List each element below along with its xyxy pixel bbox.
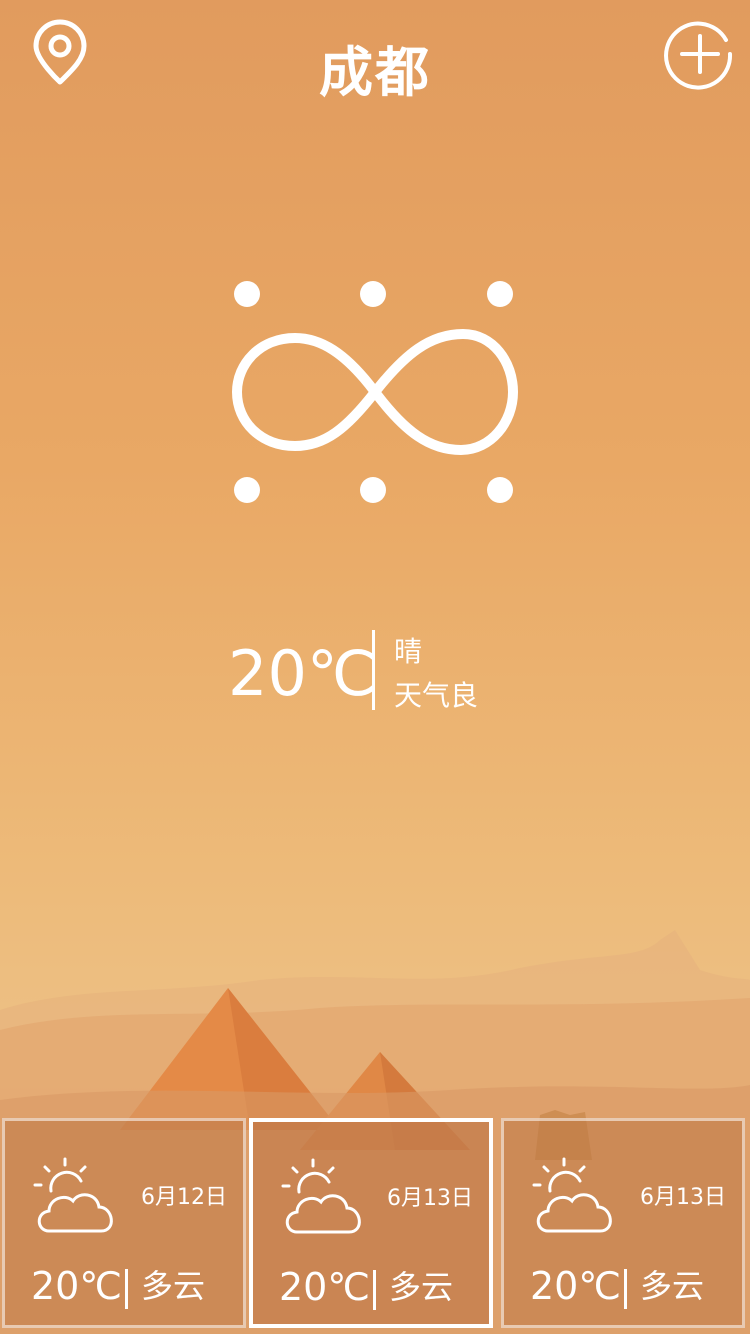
forecast-condition: 多云	[389, 1268, 454, 1306]
partly-cloudy-icon	[532, 1157, 612, 1233]
partly-cloudy-icon	[33, 1157, 113, 1233]
forecast-date: 6月13日	[387, 1186, 473, 1211]
divider	[125, 1269, 128, 1309]
divider	[373, 1270, 376, 1310]
current-temperature: 20℃	[228, 637, 377, 710]
forecast-card[interactable]: 6月13日 20℃ 多云	[501, 1118, 745, 1328]
forecast-condition: 多云	[141, 1267, 206, 1305]
forecast-temperature: 20℃	[530, 1264, 622, 1308]
forecast-date: 6月12日	[141, 1185, 227, 1210]
forecast-list: 6月12日 20℃ 多云 6月13日 20℃ 多云 6月13日 20℃ 多云	[0, 1118, 750, 1334]
add-circle-icon[interactable]	[664, 18, 736, 90]
forecast-condition: 多云	[640, 1267, 705, 1305]
current-condition: 晴	[394, 635, 423, 668]
city-title: 成都	[319, 41, 431, 104]
forecast-card[interactable]: 6月13日 20℃ 多云	[249, 1118, 493, 1328]
divider	[372, 630, 375, 710]
air-quality: 天气良	[394, 679, 479, 712]
forecast-card[interactable]: 6月12日 20℃ 多云	[2, 1118, 246, 1328]
partly-cloudy-icon	[281, 1158, 361, 1234]
forecast-date: 6月13日	[640, 1185, 726, 1210]
divider	[624, 1269, 627, 1309]
forecast-temperature: 20℃	[31, 1264, 123, 1308]
wind-infinity-icon	[232, 281, 518, 503]
forecast-temperature: 20℃	[279, 1265, 371, 1309]
